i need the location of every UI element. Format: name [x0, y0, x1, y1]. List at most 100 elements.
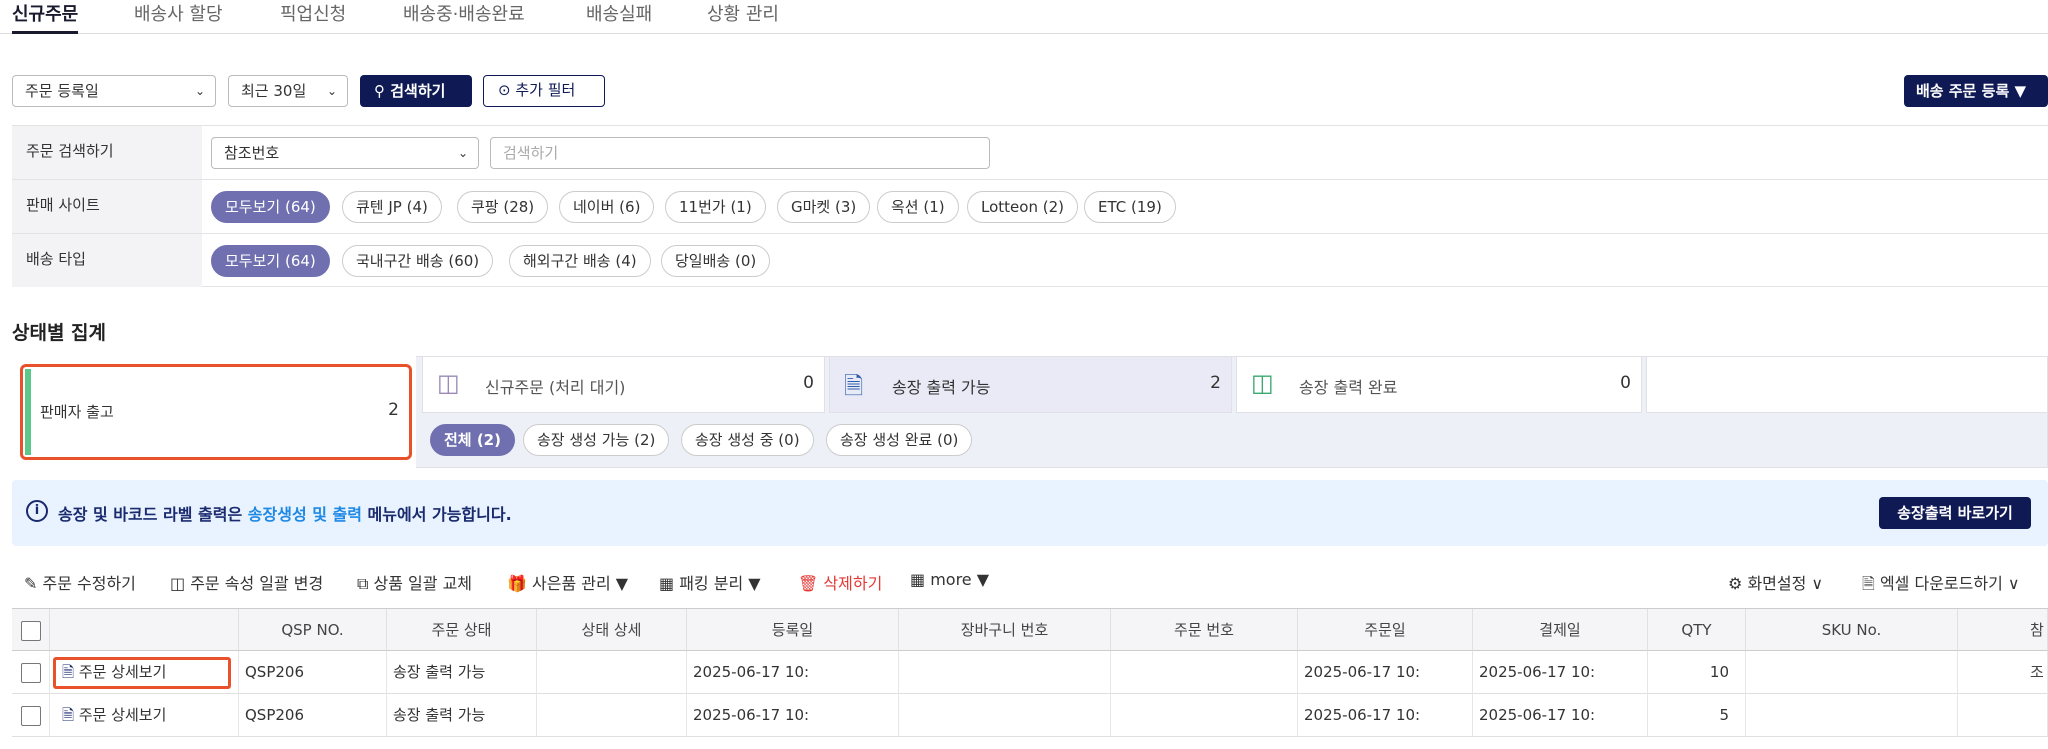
header-status-detail[interactable]: 상태 상세 — [537, 609, 687, 651]
apps-icon: ▦ — [910, 570, 931, 589]
edit-order-label: 주문 수정하기 — [42, 574, 136, 593]
header-sku-no[interactable]: SKU No. — [1746, 609, 1958, 651]
copy-icon: ⧉ — [357, 574, 374, 593]
ship-pill-all[interactable]: 모두보기 (64) — [211, 245, 330, 277]
search-field-select[interactable]: 참조번호 ⌄ — [211, 137, 479, 169]
site-pill-etc[interactable]: ETC (19) — [1084, 191, 1176, 223]
more-label: more ▼ — [930, 570, 990, 589]
checkbox[interactable] — [20, 705, 41, 726]
excel-icon: 🗎 — [1862, 574, 1880, 593]
status-card-count: 0 — [803, 373, 814, 393]
register-shipping-order-button[interactable]: 배송 주문 등록 ▼ — [1904, 75, 2048, 107]
orders-table: QSP NO. 주문 상태 상태 상세 등록일 장바구니 번호 주문 번호 주문… — [12, 608, 2048, 737]
row-checkbox[interactable] — [12, 694, 50, 737]
notice-link[interactable]: 송장생성 및 출력 — [248, 505, 362, 524]
header-registered-date[interactable]: 등록일 — [687, 609, 899, 651]
bulk-attribute-change-button[interactable]: ◫ 주문 속성 일괄 변경 — [170, 570, 323, 594]
packing-split-button[interactable]: ▦ 패킹 분리 ▼ — [659, 570, 761, 594]
status-card-new-orders[interactable]: ◫ 신규주문 (처리 대기) 0 — [422, 356, 825, 413]
header-qsp-no[interactable]: QSP NO. — [239, 609, 387, 651]
header-order-status[interactable]: 주문 상태 — [387, 609, 537, 651]
table-cell-pay-date: 2025-06-17 10: — [1473, 694, 1648, 737]
search-icon: ⚲ — [374, 82, 385, 100]
seller-shipment-label: 판매자 출고 — [40, 403, 114, 421]
status-summary-title: 상태별 집계 — [12, 322, 107, 344]
table-cell-status-detail — [537, 651, 687, 694]
table-cell-reg-date: 2025-06-17 10: — [687, 651, 899, 694]
invoice-notice-banner: i 송장 및 바코드 라벨 출력은 송장생성 및 출력 메뉴에서 가능합니다. … — [12, 480, 2048, 546]
chevron-down-icon: ⌄ — [326, 84, 337, 98]
trash-icon: 🗑 — [798, 574, 824, 593]
status-card-empty — [1646, 356, 2048, 413]
header-order-date[interactable]: 주문일 — [1298, 609, 1473, 651]
checkbox[interactable] — [20, 662, 41, 683]
add-filter-button[interactable]: ⊙ 추가 필터 — [483, 75, 605, 107]
table-cell-pay-date: 2025-06-17 10: — [1473, 651, 1648, 694]
chevron-down-icon: ⌄ — [194, 84, 205, 98]
status-card-invoice-printed[interactable]: ◫ 송장 출력 완료 0 — [1236, 356, 1642, 413]
box-icon: ◫ — [437, 369, 460, 397]
tab-pickup-request[interactable]: 픽업신청 — [280, 0, 346, 26]
order-detail-link[interactable]: 🗎 주문 상세보기 — [56, 706, 166, 724]
tab-in-delivery[interactable]: 배송중·배송완료 — [403, 0, 525, 26]
period-select[interactable]: 최근 30일 ⌄ — [228, 75, 348, 107]
site-pill-auction[interactable]: 옥션 (1) — [877, 191, 959, 223]
sub-pill-creatable[interactable]: 송장 생성 가능 (2) — [523, 424, 670, 456]
ship-pill-domestic[interactable]: 국내구간 배송 (60) — [342, 245, 494, 277]
excel-download-button[interactable]: 🗎 엑셀 다운로드하기 ∨ — [1862, 570, 2020, 600]
site-pill-lotteon[interactable]: Lotteon (2) — [967, 191, 1078, 223]
site-pill-coupang[interactable]: 쿠팡 (28) — [457, 191, 549, 223]
gift-manage-button[interactable]: 🎁 사은품 관리 ▼ — [507, 570, 628, 594]
bulk-product-replace-button[interactable]: ⧉ 상품 일괄 교체 — [357, 570, 472, 594]
delete-button[interactable]: 🗑 삭제하기 — [798, 570, 882, 594]
tab-carrier-assign[interactable]: 배송사 할당 — [134, 0, 223, 26]
sub-pill-created[interactable]: 송장 생성 완료 (0) — [826, 424, 973, 456]
search-input[interactable]: 검색하기 — [490, 137, 990, 169]
row-checkbox[interactable] — [12, 651, 50, 694]
edit-order-button[interactable]: ✎ 주문 수정하기 — [24, 570, 136, 594]
table-cell-order-date: 2025-06-17 10: — [1298, 651, 1473, 694]
table-cell-status: 송장 출력 가능 — [387, 651, 537, 694]
header-reference[interactable]: 참조 — [1958, 609, 2048, 681]
header-detail — [50, 609, 239, 651]
delete-label: 삭제하기 — [823, 574, 883, 593]
sub-pill-creating[interactable]: 송장 생성 중 (0) — [681, 424, 814, 456]
header-payment-date[interactable]: 결제일 — [1473, 609, 1648, 651]
site-pill-naver[interactable]: 네이버 (6) — [559, 191, 655, 223]
ship-pill-same-day[interactable]: 당일배송 (0) — [661, 245, 771, 277]
add-filter-label: 추가 필터 — [515, 81, 576, 99]
site-pill-gmarket[interactable]: G마켓 (3) — [777, 191, 871, 223]
checkbox[interactable] — [20, 620, 41, 641]
table-cell-sku — [1746, 694, 1958, 737]
screen-settings-button[interactable]: ⚙ 화면설정 ∨ — [1728, 570, 1823, 594]
table-cell-reference — [1958, 694, 2048, 737]
tab-new-orders[interactable]: 신규주문 — [12, 0, 79, 34]
tab-status-manage[interactable]: 상황 관리 — [707, 0, 779, 26]
site-pill-all[interactable]: 모두보기 (64) — [211, 191, 330, 223]
date-type-select[interactable]: 주문 등록일 ⌄ — [12, 75, 216, 107]
ship-pill-overseas[interactable]: 해외구간 배송 (4) — [509, 245, 651, 277]
more-button[interactable]: ▦ more ▼ — [910, 570, 989, 589]
excel-download-label: 엑셀 다운로드하기 ∨ — [1879, 574, 2020, 593]
status-card-label: 송장 출력 완료 — [1299, 378, 1398, 397]
tab-delivery-failed[interactable]: 배송실패 — [586, 0, 652, 26]
table-cell-order-no — [1111, 651, 1298, 694]
table-cell-cart-no — [899, 651, 1111, 694]
site-pill-11st[interactable]: 11번가 (1) — [665, 191, 766, 223]
status-card-invoice-printable[interactable]: 🗎 송장 출력 가능 2 — [829, 356, 1232, 413]
table-cell-qty: 10 — [1648, 651, 1746, 694]
header-qty[interactable]: QTY — [1648, 609, 1746, 651]
header-order-no[interactable]: 주문 번호 — [1111, 609, 1298, 651]
table-cell-reg-date: 2025-06-17 10: — [687, 694, 899, 737]
green-indicator — [25, 369, 31, 455]
sub-pill-all[interactable]: 전체 (2) — [430, 424, 515, 456]
site-pill-qoo10[interactable]: 큐텐 JP (4) — [342, 191, 442, 223]
tab-bar: 신규주문 배송사 할당 픽업신청 배송중·배송완료 배송실패 상황 관리 — [0, 0, 2048, 34]
header-cart-no[interactable]: 장바구니 번호 — [899, 609, 1111, 651]
date-type-value: 주문 등록일 — [25, 82, 99, 100]
header-select-all[interactable] — [12, 609, 50, 651]
invoice-print-shortcut-button[interactable]: 송장출력 바로가기 — [1879, 497, 2031, 529]
search-button[interactable]: ⚲ 검색하기 — [360, 75, 472, 107]
seller-shipment-card[interactable]: 판매자 출고 2 — [20, 364, 412, 460]
filter-icon: ⊙ — [498, 81, 511, 99]
